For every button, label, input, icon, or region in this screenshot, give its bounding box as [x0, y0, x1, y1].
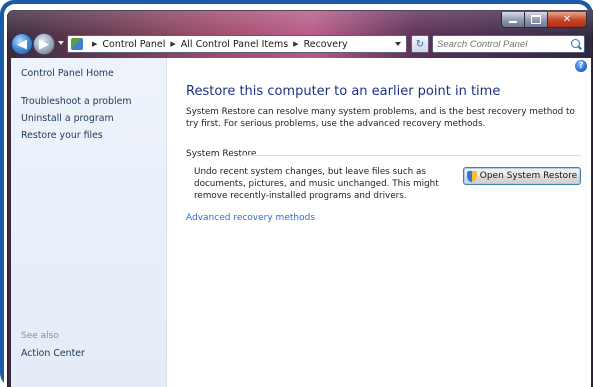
control-panel-icon — [71, 38, 83, 50]
uac-shield-icon — [466, 170, 477, 182]
back-arrow-icon: ◀ — [17, 36, 27, 52]
navigation-bar: ◀ ▶ ▶ Control Panel ▶ All Control Panel … — [11, 33, 585, 55]
refresh-button[interactable]: ↻ — [411, 35, 429, 53]
close-button[interactable]: ✕ — [548, 12, 587, 28]
minimize-icon — [509, 21, 517, 23]
search-box[interactable] — [432, 35, 585, 53]
recent-pages-dropdown[interactable] — [58, 41, 64, 45]
open-system-restore-label: Open System Restore — [479, 171, 578, 181]
page-title: Restore this computer to an earlier poin… — [186, 84, 501, 99]
open-system-restore-button[interactable]: Open System Restore — [463, 167, 581, 185]
breadcrumb-all-items[interactable]: All Control Panel Items — [181, 39, 288, 50]
sidebar: Control Panel Home Troubleshoot a proble… — [11, 58, 167, 387]
maximize-icon — [531, 15, 541, 24]
breadcrumb-control-panel[interactable]: Control Panel — [102, 39, 165, 50]
back-button[interactable]: ◀ — [11, 33, 33, 55]
section-divider — [241, 155, 581, 156]
system-restore-description: Undo recent system changes, but leave fi… — [194, 167, 439, 201]
forward-button[interactable]: ▶ — [33, 33, 55, 55]
close-icon: ✕ — [562, 14, 572, 25]
sidebar-item-uninstall[interactable]: Uninstall a program — [21, 113, 114, 124]
sidebar-item-restore-files[interactable]: Restore your files — [21, 130, 103, 141]
sidebar-item-control-panel-home[interactable]: Control Panel Home — [21, 68, 114, 79]
page-description: System Restore can resolve many system p… — [186, 107, 575, 129]
search-input[interactable] — [437, 37, 577, 51]
forward-arrow-icon: ▶ — [39, 36, 49, 52]
sidebar-item-troubleshoot[interactable]: Troubleshoot a problem — [21, 96, 131, 107]
window-controls: ✕ — [501, 12, 587, 28]
minimize-button[interactable] — [501, 12, 525, 28]
system-restore-heading: System Restore — [186, 149, 257, 159]
breadcrumb-separator[interactable]: ▶ — [92, 40, 97, 48]
breadcrumb-recovery[interactable]: Recovery — [304, 39, 348, 50]
advanced-recovery-link[interactable]: Advanced recovery methods — [186, 213, 315, 223]
content-area: Control Panel Home Troubleshoot a proble… — [11, 58, 591, 387]
sidebar-item-action-center[interactable]: Action Center — [21, 348, 85, 359]
search-icon[interactable] — [571, 39, 580, 48]
address-dropdown-icon[interactable] — [395, 42, 401, 46]
maximize-button[interactable] — [525, 12, 548, 28]
address-bar[interactable]: ▶ Control Panel ▶ All Control Panel Item… — [67, 35, 407, 53]
refresh-icon: ↻ — [415, 38, 425, 50]
see-also-label: See also — [21, 331, 59, 341]
help-icon[interactable]: ? — [575, 60, 587, 72]
breadcrumb-separator[interactable]: ▶ — [293, 40, 298, 48]
breadcrumb-separator[interactable]: ▶ — [170, 40, 175, 48]
